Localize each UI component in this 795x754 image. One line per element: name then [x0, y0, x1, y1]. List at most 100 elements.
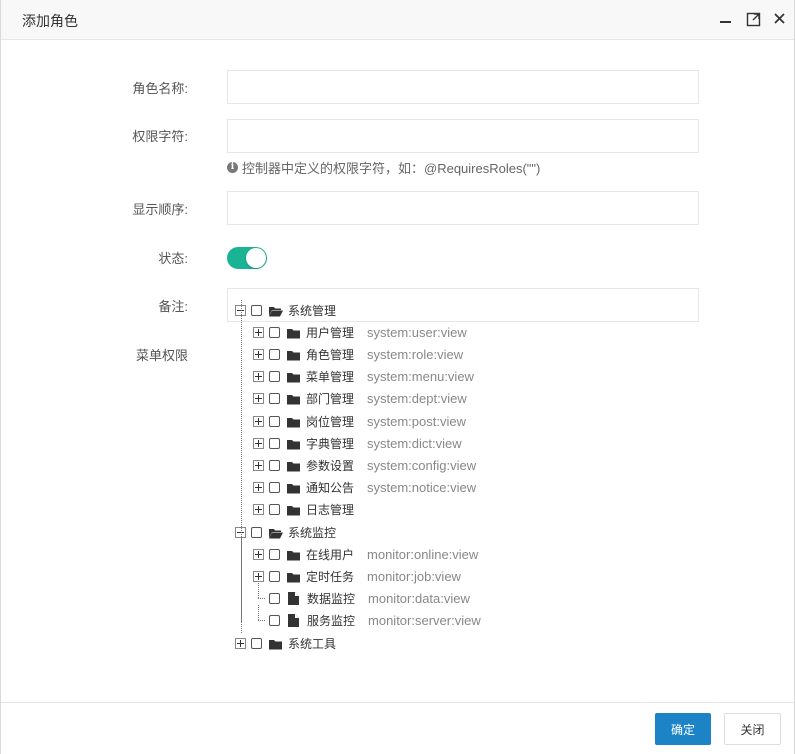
tree-node-child[interactable]: 用户管理 system:user:view — [253, 322, 467, 342]
tree-checkbox[interactable] — [269, 570, 280, 582]
close-icon[interactable] — [772, 11, 788, 27]
tree-node-top[interactable]: 系统管理 — [235, 300, 336, 320]
folder-icon — [287, 349, 301, 361]
tree-node-permission: monitor:server:view — [368, 613, 481, 629]
folder-icon — [287, 327, 301, 339]
tree-node-label[interactable]: 岗位管理 — [306, 413, 354, 430]
tree-node-permission: system:menu:view — [367, 369, 474, 385]
expand-icon[interactable] — [253, 326, 264, 338]
tree-node-label[interactable]: 在线用户 — [306, 546, 354, 563]
tree-node-label[interactable]: 日志管理 — [306, 501, 354, 518]
tree-checkbox[interactable] — [269, 459, 280, 471]
expand-icon[interactable] — [253, 348, 264, 360]
dialog-titlebar[interactable]: 添加角色 — [1, 0, 794, 40]
tree-node-child[interactable]: 服务监控 monitor:server:view — [253, 605, 481, 631]
expand-icon[interactable] — [253, 393, 264, 405]
tree-node-child[interactable]: 定时任务 monitor:job:view — [253, 566, 461, 586]
permission-hint-text: 控制器中定义的权限字符，如：@RequiresRoles("") — [242, 161, 541, 176]
tree-node-child[interactable]: 角色管理 system:role:view — [253, 344, 463, 364]
tree-checkbox[interactable] — [269, 593, 280, 605]
tree-node-child[interactable]: 字典管理 system:dict:view — [253, 433, 462, 453]
expand-icon[interactable] — [253, 459, 264, 471]
tree-checkbox[interactable] — [269, 482, 280, 494]
close-button[interactable]: 关闭 — [724, 713, 781, 745]
tree-checkbox[interactable] — [251, 526, 262, 538]
minimize-icon[interactable] — [718, 11, 734, 27]
folder-icon — [287, 393, 301, 405]
tree-node-top[interactable]: 系统工具 — [235, 633, 336, 653]
tree-node-label[interactable]: 系统管理 — [288, 302, 336, 319]
remark-label: 备注: — [158, 299, 188, 314]
tree-checkbox[interactable] — [269, 504, 280, 516]
tree-node-child[interactable]: 日志管理 — [253, 500, 354, 520]
tree-node-label[interactable]: 服务监控 — [307, 612, 355, 629]
tree-checkbox[interactable] — [269, 437, 280, 449]
tree-node-permission: system:post:view — [367, 413, 466, 429]
tree-node-child[interactable]: 在线用户 monitor:online:view — [253, 544, 478, 564]
tree-node-permission: system:dept:view — [367, 391, 467, 407]
tree-node-permission: monitor:job:view — [367, 568, 461, 584]
tree-node-permission: monitor:data:view — [368, 591, 470, 607]
tree-node-permission: system:dict:view — [367, 435, 462, 451]
role-name-input[interactable] — [227, 70, 699, 104]
tree-node-label[interactable]: 定时任务 — [306, 568, 354, 585]
folder-icon — [287, 416, 301, 427]
confirm-button[interactable]: 确定 — [655, 713, 711, 745]
expand-icon[interactable] — [235, 637, 246, 649]
tree-node-label[interactable]: 角色管理 — [306, 346, 354, 363]
tree-checkbox[interactable] — [251, 637, 262, 649]
tree-node-label[interactable]: 系统工具 — [288, 635, 336, 652]
tree-node-child[interactable]: 数据监控 monitor:data:view — [253, 583, 470, 609]
expand-icon[interactable] — [253, 437, 264, 449]
file-icon — [288, 592, 299, 606]
folder-icon — [287, 504, 301, 516]
expand-icon[interactable] — [253, 504, 264, 516]
tree-checkbox[interactable] — [269, 615, 280, 627]
expand-icon[interactable] — [253, 548, 264, 560]
tree-connector — [253, 605, 265, 626]
maximize-icon[interactable] — [746, 11, 762, 27]
tree-node-child[interactable]: 岗位管理 system:post:view — [253, 411, 466, 431]
expand-icon[interactable] — [253, 570, 264, 582]
tree-checkbox[interactable] — [269, 326, 280, 338]
tree-node-child[interactable]: 部门管理 system:dept:view — [253, 389, 467, 409]
tree-node-label[interactable]: 菜单管理 — [306, 368, 354, 385]
expand-icon[interactable] — [253, 371, 264, 383]
display-order-input[interactable] — [227, 191, 699, 225]
dialog-title: 添加角色 — [22, 13, 78, 29]
tree-node-label[interactable]: 系统监控 — [288, 524, 336, 541]
folder-icon — [287, 482, 301, 494]
folder-icon — [269, 638, 283, 649]
tree-checkbox[interactable] — [269, 415, 280, 427]
tree-checkbox[interactable] — [269, 393, 280, 405]
tree-node-child[interactable]: 菜单管理 system:menu:view — [253, 367, 474, 387]
status-toggle[interactable] — [227, 247, 267, 269]
tree-node-label[interactable]: 参数设置 — [306, 457, 354, 474]
folder-icon — [287, 549, 301, 561]
tree-node-label[interactable]: 通知公告 — [306, 479, 354, 496]
tree-node-permission: system:role:view — [367, 346, 464, 362]
tree-node-permission: system:user:view — [367, 324, 467, 340]
tree-node-label[interactable]: 用户管理 — [306, 324, 354, 341]
file-icon — [288, 614, 299, 628]
folder-icon — [287, 571, 301, 583]
tree-checkbox[interactable] — [251, 304, 262, 316]
tree-node-permission: system:notice:view — [367, 480, 477, 496]
tree-node-child[interactable]: 通知公告 system:notice:view — [253, 478, 476, 498]
tree-node-top[interactable]: 系统监控 — [235, 522, 336, 542]
expand-icon[interactable] — [253, 415, 264, 427]
folder-icon — [287, 438, 301, 450]
status-label: 状态: — [158, 251, 188, 266]
expand-icon[interactable] — [253, 482, 264, 494]
tree-node-label[interactable]: 数据监控 — [307, 590, 355, 607]
tree-checkbox[interactable] — [269, 371, 280, 383]
tree-node-label[interactable]: 字典管理 — [306, 435, 354, 452]
tree-checkbox[interactable] — [269, 348, 280, 360]
tree-node-label[interactable]: 部门管理 — [306, 390, 354, 407]
tree-checkbox[interactable] — [269, 548, 280, 560]
role-name-label: 角色名称: — [132, 81, 188, 96]
folder-open-icon — [269, 305, 283, 316]
permission-string-input[interactable] — [227, 119, 699, 153]
tree-trunk-line — [241, 300, 242, 633]
tree-node-child[interactable]: 参数设置 system:config:view — [253, 455, 476, 475]
